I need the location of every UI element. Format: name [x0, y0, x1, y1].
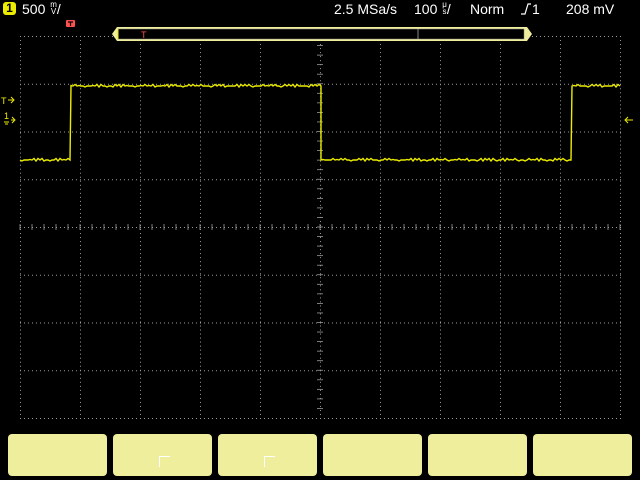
softkey-2[interactable] — [113, 434, 212, 476]
waveform-display[interactable]: T T 1 — [0, 18, 640, 424]
softkey-1[interactable] — [8, 434, 107, 476]
rising-edge-icon — [521, 3, 531, 15]
time-per-div-value: 100 — [414, 1, 438, 17]
softkey-5[interactable] — [428, 434, 527, 476]
trigger-source[interactable]: 1 — [520, 1, 540, 17]
sample-rate: 2.5 MSa/s — [334, 1, 398, 17]
svg-text:T: T — [1, 96, 7, 106]
trigger-source-channel: 1 — [532, 1, 540, 17]
trigger-level-marker[interactable]: T — [1, 96, 15, 106]
volts-per-div-value: 500 — [22, 1, 46, 17]
trigger-mode[interactable]: Norm — [470, 1, 504, 17]
volts-per-div-unit: mV — [50, 0, 57, 16]
softkey-3[interactable] — [218, 434, 317, 476]
time-per-div[interactable]: 100 μ s / — [414, 1, 451, 18]
channel-badge[interactable]: 1 — [3, 2, 16, 15]
softkey-corner-icon — [159, 456, 170, 467]
status-bar: 1 500 m V/ 2.5 MSa/s 100 μ s / Norm 1 208 m… — [0, 0, 640, 18]
channel-1-ground-marker[interactable]: 1 — [4, 111, 16, 125]
softkey-bar — [0, 424, 640, 480]
softkey-4[interactable] — [323, 434, 422, 476]
memory-bar-trigger-marker: T — [141, 30, 147, 40]
volts-per-div[interactable]: 500 m V / — [22, 0, 61, 18]
memory-bar[interactable]: T — [112, 27, 532, 41]
trigger-level[interactable]: 208 mV — [566, 1, 614, 17]
softkey-6[interactable] — [533, 434, 632, 476]
softkey-corner-icon — [264, 456, 275, 467]
trigger-position-marker[interactable] — [66, 20, 75, 27]
time-per-div-suffix: / — [446, 1, 451, 17]
svg-text:1: 1 — [4, 111, 9, 121]
right-trigger-level-arrow-icon[interactable] — [624, 116, 633, 124]
volts-per-div-suffix: / — [56, 1, 61, 17]
